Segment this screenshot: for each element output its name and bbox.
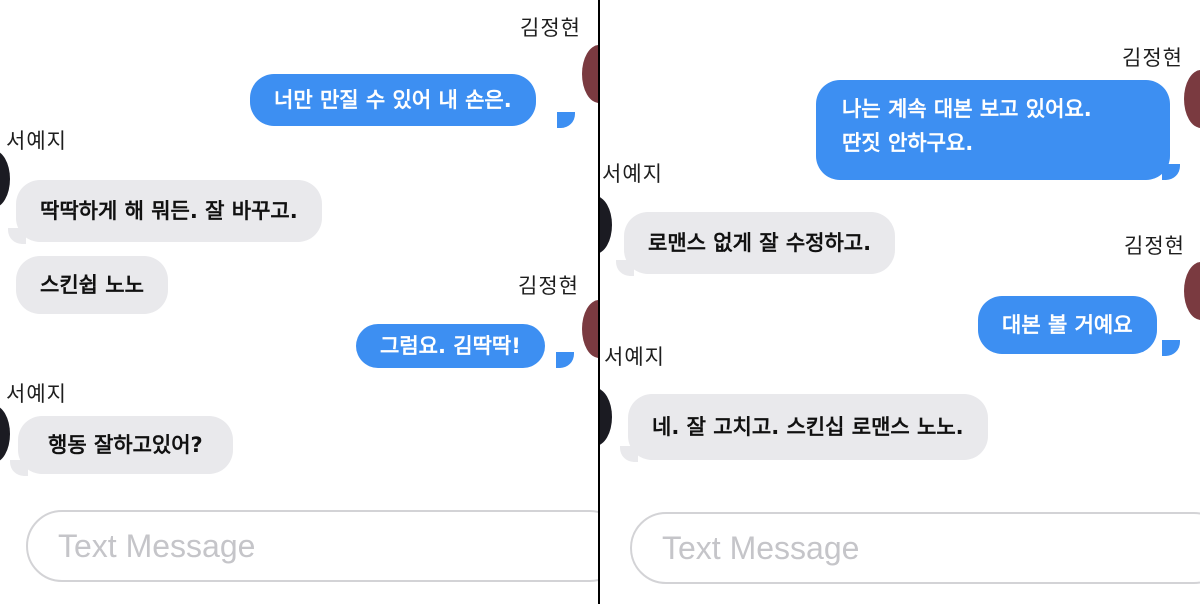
bubble-tail [10, 460, 28, 476]
sender-name: 서예지 [6, 129, 67, 153]
message-line: 딴짓 안하구요. [842, 131, 974, 155]
bubble-tail [1162, 164, 1180, 180]
bubble-tail [556, 352, 574, 368]
message-input[interactable]: Text Message [26, 510, 598, 582]
chat-panel-left: 김정현 너만 만질 수 있어 내 손은. 서예지 딱딱하게 해 뭐든. 잘 바꾸… [0, 0, 598, 604]
bubble-tail [616, 260, 634, 276]
avatar [600, 388, 612, 446]
avatar [582, 300, 598, 358]
avatar [600, 196, 612, 254]
message-bubble-received: 스킨쉽 노노 [16, 256, 168, 314]
avatar [0, 405, 10, 463]
bubble-tail [1162, 340, 1180, 356]
sender-name: 김정현 [1122, 46, 1183, 70]
bubble-tail [8, 228, 26, 244]
message-bubble-sent: 대본 볼 거예요 [978, 296, 1157, 354]
sender-name: 김정현 [518, 274, 579, 298]
sender-name: 서예지 [604, 345, 665, 369]
bubble-tail [620, 446, 638, 462]
sender-name: 김정현 [520, 16, 581, 40]
message-bubble-received: 딱딱하게 해 뭐든. 잘 바꾸고. [16, 180, 322, 242]
message-bubble-sent: 너만 만질 수 있어 내 손은. [250, 74, 536, 126]
chat-panel-right: 김정현 나는 계속 대본 보고 있어요. 딴짓 안하구요. 서예지 로맨스 없게… [600, 0, 1200, 604]
input-placeholder: Text Message [58, 528, 256, 564]
sender-name: 김정현 [1124, 234, 1185, 258]
message-bubble-sent: 그럼요. 김딱딱! [356, 324, 545, 368]
input-placeholder: Text Message [662, 530, 860, 566]
message-bubble-received: 로맨스 없게 잘 수정하고. [624, 212, 896, 274]
avatar [582, 45, 598, 103]
bubble-tail [557, 112, 575, 128]
avatar [1184, 262, 1200, 320]
sender-name: 서예지 [602, 162, 663, 186]
message-bubble-sent: 나는 계속 대본 보고 있어요. 딴짓 안하구요. [816, 80, 1170, 180]
message-bubble-received: 행동 잘하고있어? [18, 416, 233, 474]
sender-name: 서예지 [6, 382, 67, 406]
avatar [1184, 70, 1200, 128]
message-bubble-received: 네. 잘 고치고. 스킨십 로맨스 노노. [628, 394, 988, 460]
message-input[interactable]: Text Message [630, 512, 1200, 584]
message-line: 나는 계속 대본 보고 있어요. [842, 97, 1092, 121]
avatar [0, 150, 10, 208]
